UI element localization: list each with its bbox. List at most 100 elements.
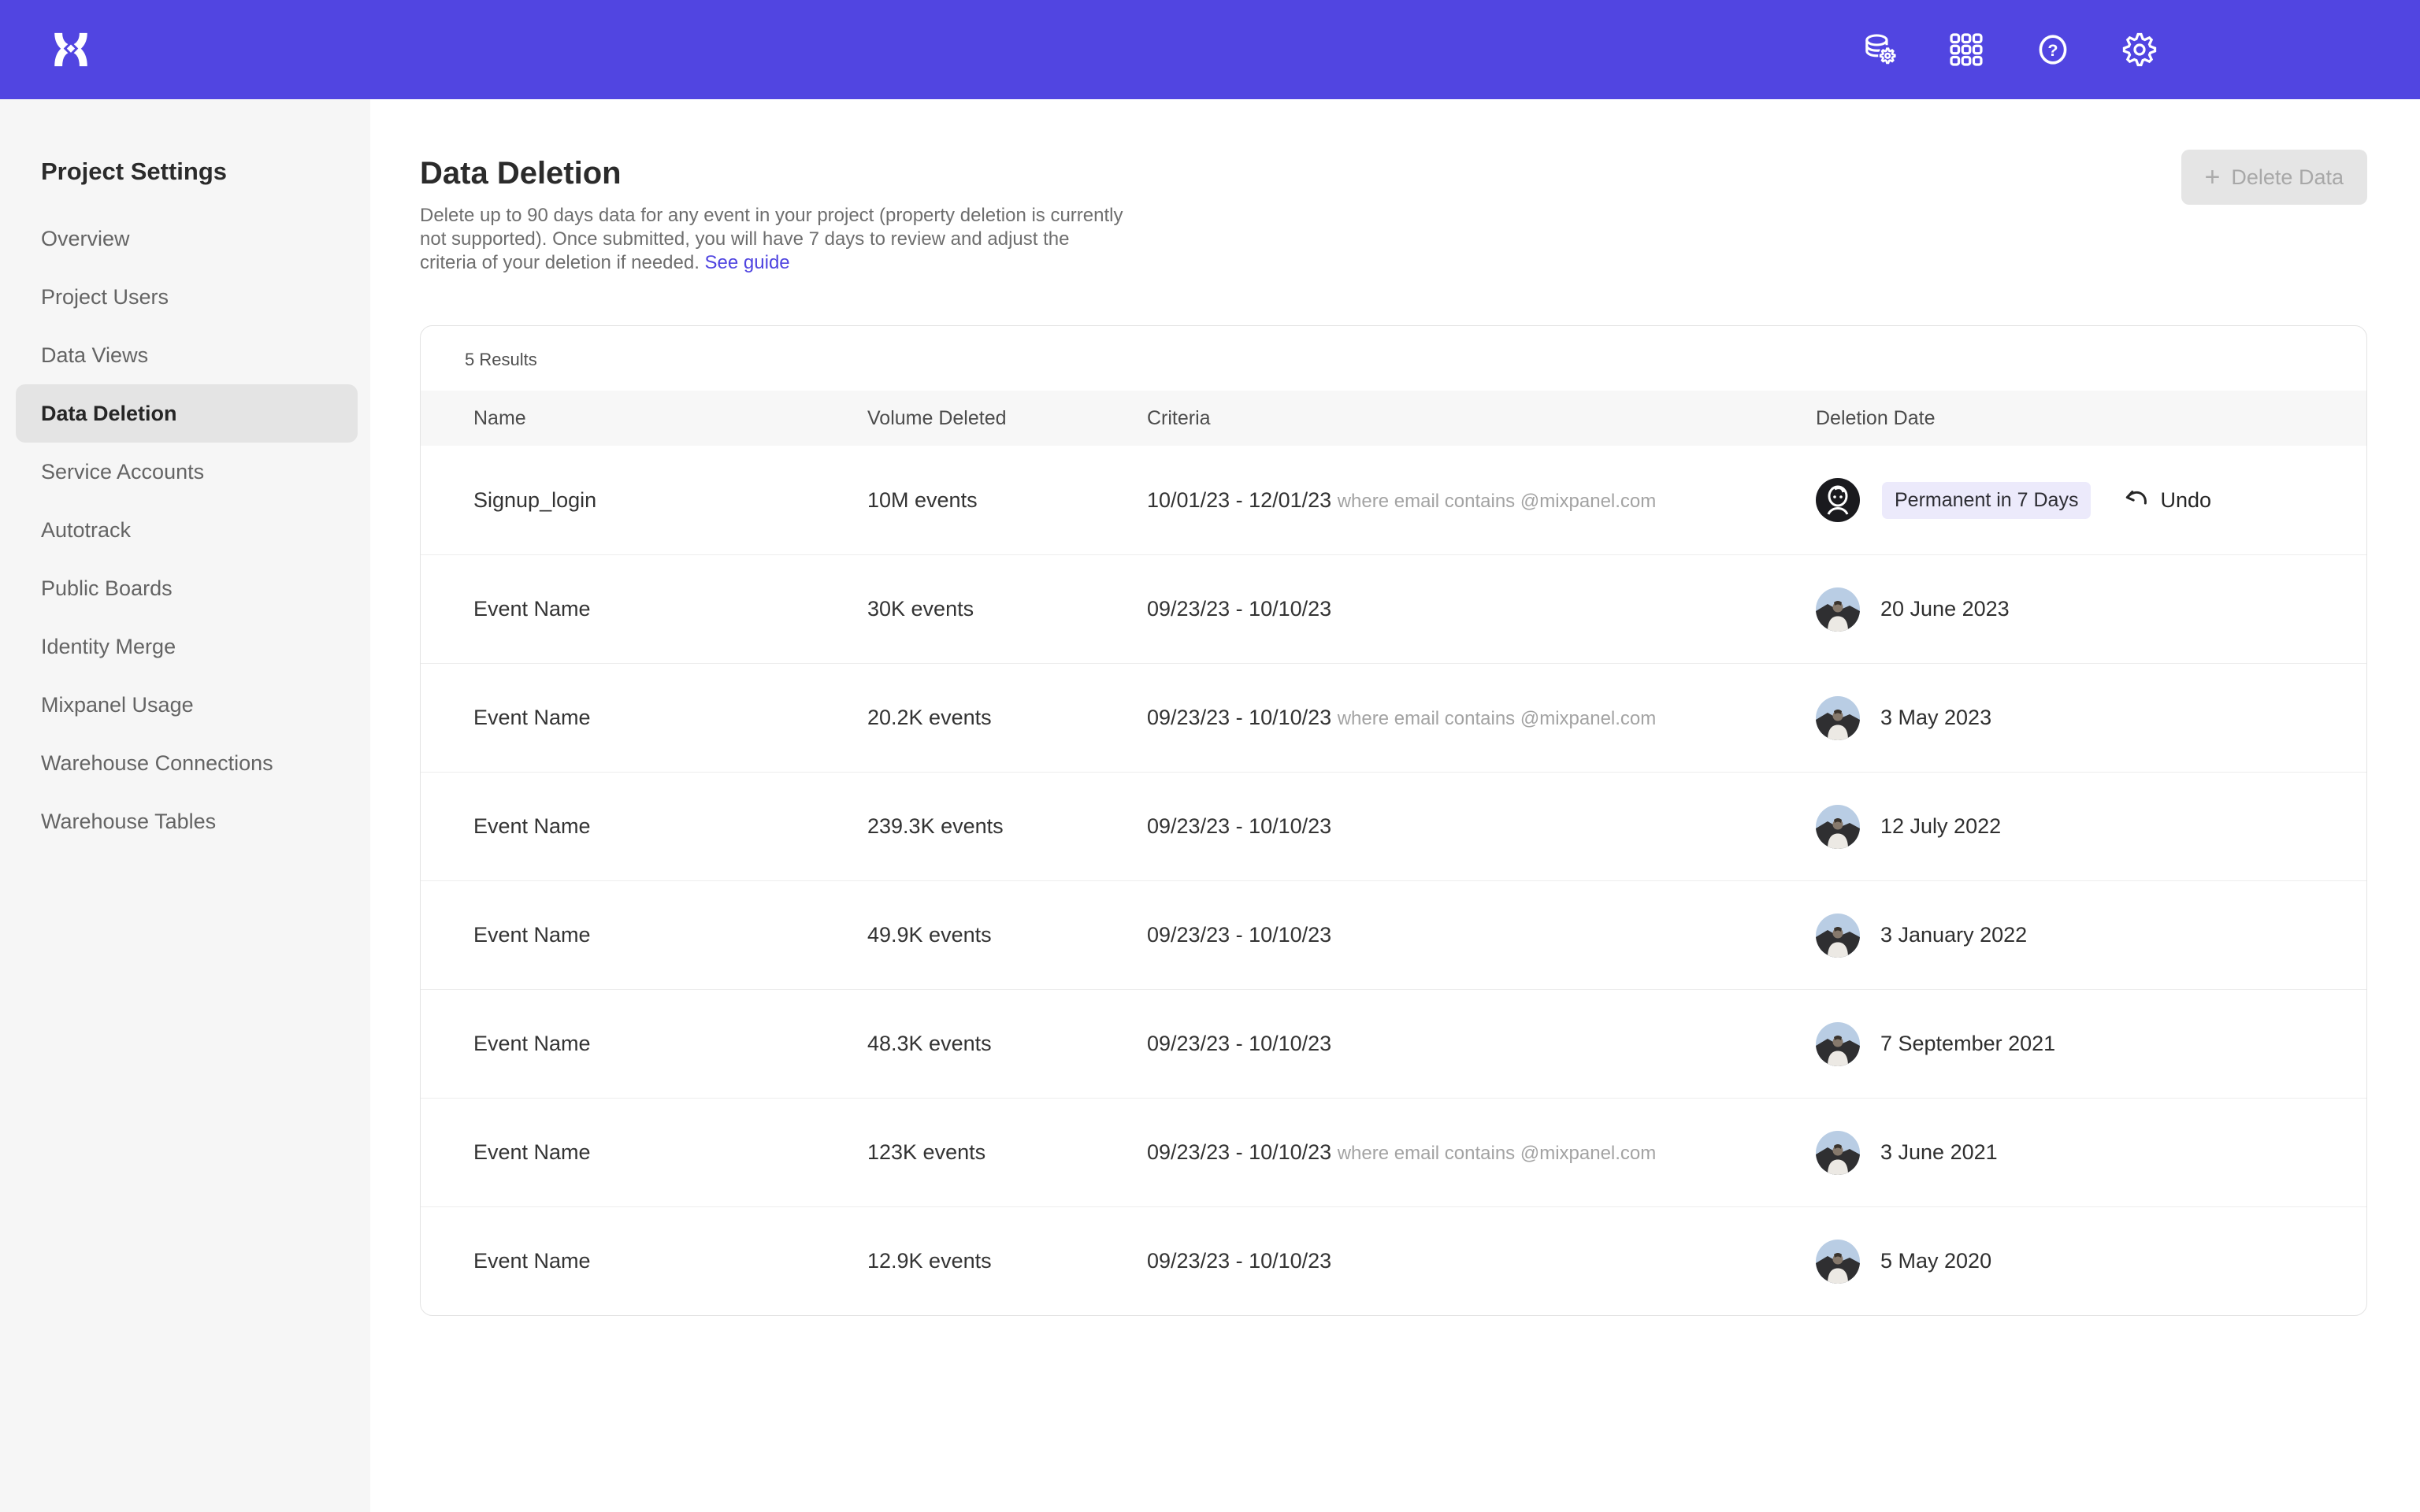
deletion-date-cell: 20 June 2023 bbox=[1816, 587, 2366, 632]
event-name: Event Name bbox=[473, 1249, 867, 1273]
table-row[interactable]: Signup_login 10M events 10/01/23 - 12/01… bbox=[421, 446, 2366, 554]
event-name: Event Name bbox=[473, 597, 867, 621]
criteria-filter: where email contains @mixpanel.com bbox=[1338, 1143, 1657, 1164]
sidebar-item-label: Warehouse Connections bbox=[41, 751, 273, 776]
sidebar-item-label: Data Views bbox=[41, 343, 148, 368]
sidebar-item-label: Project Users bbox=[41, 285, 169, 309]
sidebar-nav: Overview Project Users Data Views Data D… bbox=[0, 209, 370, 850]
volume-deleted: 239.3K events bbox=[867, 814, 1147, 839]
deletion-date-cell: 7 September 2021 bbox=[1816, 1022, 2366, 1066]
criteria-cell: 09/23/23 - 10/10/23 bbox=[1147, 1249, 1816, 1273]
sidebar-item-label: Identity Merge bbox=[41, 635, 176, 659]
criteria-cell: 09/23/23 - 10/10/23 bbox=[1147, 597, 1816, 621]
criteria-range: 09/23/23 - 10/10/23 bbox=[1147, 814, 1331, 838]
table-row[interactable]: Event Name 12.9K events 09/23/23 - 10/10… bbox=[421, 1206, 2366, 1315]
user-avatar bbox=[1816, 1022, 1860, 1066]
table-row[interactable]: Event Name 48.3K events 09/23/23 - 10/10… bbox=[421, 989, 2366, 1098]
undo-button[interactable]: Undo bbox=[2124, 487, 2211, 513]
deletion-date: 3 January 2022 bbox=[1880, 923, 2027, 947]
sidebar-item-label: Public Boards bbox=[41, 576, 173, 601]
volume-deleted: 49.9K events bbox=[867, 923, 1147, 947]
mixpanel-logo-icon[interactable] bbox=[46, 24, 96, 75]
user-avatar bbox=[1816, 914, 1860, 958]
see-guide-link[interactable]: See guide bbox=[705, 252, 790, 273]
criteria-cell: 10/01/23 - 12/01/23 where email contains… bbox=[1147, 488, 1816, 513]
criteria-cell: 09/23/23 - 10/10/23 bbox=[1147, 923, 1816, 947]
criteria-range: 09/23/23 - 10/10/23 bbox=[1147, 1249, 1331, 1273]
deletion-date: 12 July 2022 bbox=[1880, 814, 2001, 839]
sidebar-item-data-deletion[interactable]: Data Deletion bbox=[16, 384, 358, 443]
criteria-filter: where email contains @mixpanel.com bbox=[1338, 708, 1657, 729]
sidebar-title: Project Settings bbox=[41, 158, 370, 186]
sidebar-item-warehouse-tables[interactable]: Warehouse Tables bbox=[16, 792, 358, 850]
column-header-criteria: Criteria bbox=[1147, 407, 1816, 430]
sidebar-item-public-boards[interactable]: Public Boards bbox=[16, 559, 358, 617]
event-name: Event Name bbox=[473, 814, 867, 839]
deletion-date-cell: Permanent in 7 Days Undo bbox=[1816, 478, 2366, 522]
undo-label: Undo bbox=[2160, 488, 2211, 513]
volume-deleted: 10M events bbox=[867, 488, 1147, 513]
plus-icon: + bbox=[2205, 164, 2221, 191]
sidebar-item-project-users[interactable]: Project Users bbox=[16, 268, 358, 326]
user-avatar bbox=[1816, 805, 1860, 849]
sidebar-item-warehouse-connections[interactable]: Warehouse Connections bbox=[16, 734, 358, 792]
settings-icon[interactable] bbox=[2121, 31, 2158, 69]
deletion-date: 20 June 2023 bbox=[1880, 597, 2010, 621]
sidebar-item-mixpanel-usage[interactable]: Mixpanel Usage bbox=[16, 676, 358, 734]
deletion-date-cell: 3 May 2023 bbox=[1816, 696, 2366, 740]
table-row[interactable]: Event Name 49.9K events 09/23/23 - 10/10… bbox=[421, 880, 2366, 989]
criteria-cell: 09/23/23 - 10/10/23 bbox=[1147, 1032, 1816, 1056]
sidebar-item-data-views[interactable]: Data Views bbox=[16, 326, 358, 384]
table-row[interactable]: Event Name 30K events 09/23/23 - 10/10/2… bbox=[421, 554, 2366, 663]
volume-deleted: 12.9K events bbox=[867, 1249, 1147, 1273]
criteria-range: 09/23/23 - 10/10/23 bbox=[1147, 1140, 1331, 1164]
table-row[interactable]: Event Name 20.2K events 09/23/23 - 10/10… bbox=[421, 663, 2366, 772]
sidebar-item-label: Service Accounts bbox=[41, 460, 204, 484]
sidebar-item-label: Overview bbox=[41, 227, 130, 251]
page-title: Data Deletion bbox=[420, 156, 2367, 191]
volume-deleted: 20.2K events bbox=[867, 706, 1147, 730]
apps-grid-icon[interactable] bbox=[1947, 31, 1985, 69]
table-row[interactable]: Event Name 123K events 09/23/23 - 10/10/… bbox=[421, 1098, 2366, 1206]
topbar: ? bbox=[0, 0, 2420, 99]
sidebar: Project Settings Overview Project Users … bbox=[0, 99, 370, 1512]
column-header-name: Name bbox=[473, 407, 867, 430]
sidebar-item-autotrack[interactable]: Autotrack bbox=[16, 501, 358, 559]
criteria-cell: 09/23/23 - 10/10/23 where email contains… bbox=[1147, 1140, 1816, 1165]
event-name: Event Name bbox=[473, 1032, 867, 1056]
event-name: Signup_login bbox=[473, 488, 867, 513]
deletion-table-card: 5 Results Name Volume Deleted Criteria D… bbox=[420, 325, 2367, 1316]
volume-deleted: 48.3K events bbox=[867, 1032, 1147, 1056]
page-description: Delete up to 90 days data for any event … bbox=[420, 204, 1129, 275]
data-management-icon[interactable] bbox=[1861, 31, 1899, 69]
event-name: Event Name bbox=[473, 1140, 867, 1165]
criteria-cell: 09/23/23 - 10/10/23 bbox=[1147, 814, 1816, 839]
sidebar-item-service-accounts[interactable]: Service Accounts bbox=[16, 443, 358, 501]
delete-data-button[interactable]: + Delete Data bbox=[2181, 150, 2367, 205]
event-name: Event Name bbox=[473, 706, 867, 730]
criteria-range: 09/23/23 - 10/10/23 bbox=[1147, 706, 1331, 729]
help-icon[interactable]: ? bbox=[2034, 31, 2072, 69]
sidebar-item-overview[interactable]: Overview bbox=[16, 209, 358, 268]
status-badge: Permanent in 7 Days bbox=[1882, 482, 2091, 519]
table-header-row: Name Volume Deleted Criteria Deletion Da… bbox=[421, 391, 2366, 446]
deletion-date: 5 May 2020 bbox=[1880, 1249, 1991, 1273]
event-name: Event Name bbox=[473, 923, 867, 947]
deletion-date-cell: 3 June 2021 bbox=[1816, 1131, 2366, 1175]
sidebar-item-label: Mixpanel Usage bbox=[41, 693, 194, 717]
sidebar-item-label: Warehouse Tables bbox=[41, 810, 216, 834]
topbar-icons: ? bbox=[1861, 31, 2158, 69]
criteria-range: 09/23/23 - 10/10/23 bbox=[1147, 597, 1331, 621]
sidebar-item-identity-merge[interactable]: Identity Merge bbox=[16, 617, 358, 676]
criteria-filter: where email contains @mixpanel.com bbox=[1338, 491, 1657, 512]
volume-deleted: 30K events bbox=[867, 597, 1147, 621]
column-header-deletion-date: Deletion Date bbox=[1816, 407, 2366, 430]
table-row[interactable]: Event Name 239.3K events 09/23/23 - 10/1… bbox=[421, 772, 2366, 880]
deletion-date: 3 May 2023 bbox=[1880, 706, 1991, 730]
deletion-date-cell: 12 July 2022 bbox=[1816, 805, 2366, 849]
deletion-date: 3 June 2021 bbox=[1880, 1140, 1998, 1165]
deletion-date: 7 September 2021 bbox=[1880, 1032, 2055, 1056]
deletion-date-cell: 5 May 2020 bbox=[1816, 1240, 2366, 1284]
svg-text:?: ? bbox=[2047, 40, 2058, 60]
sidebar-item-label: Autotrack bbox=[41, 518, 131, 543]
